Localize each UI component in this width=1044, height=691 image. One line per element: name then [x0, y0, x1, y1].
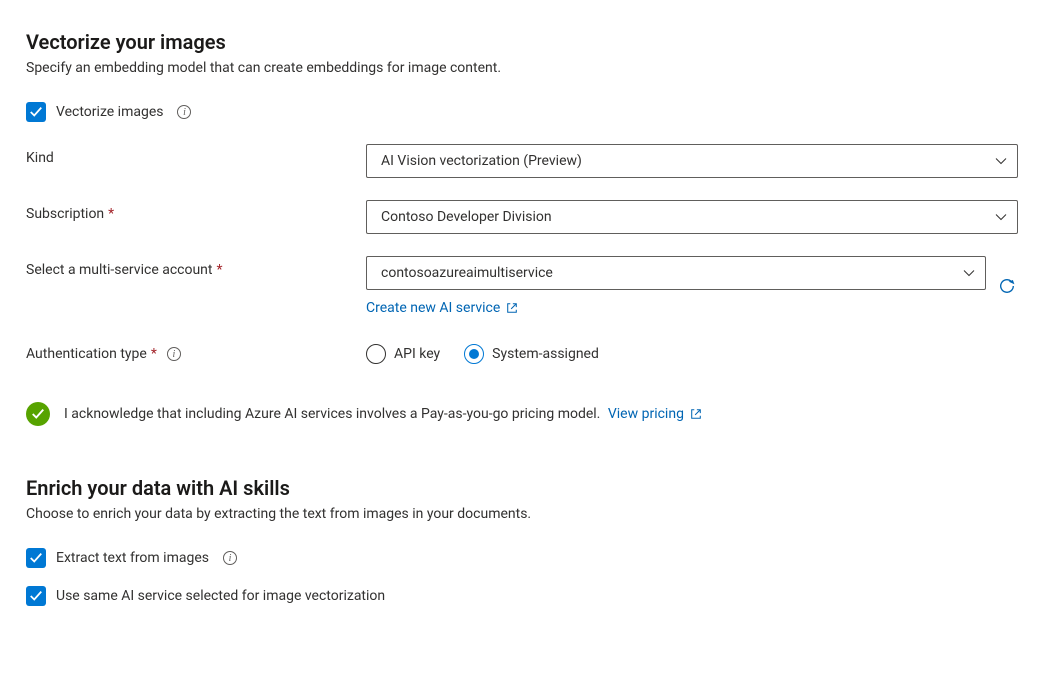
chevron-down-icon: [963, 267, 975, 279]
extract-text-label: Extract text from images: [56, 550, 209, 566]
refresh-icon: [998, 277, 1016, 295]
account-label: Select a multi-service account*: [26, 256, 366, 278]
view-pricing-link[interactable]: View pricing: [608, 406, 702, 422]
same-service-label: Use same AI service selected for image v…: [56, 588, 385, 604]
auth-system-assigned-radio[interactable]: System-assigned: [464, 344, 599, 364]
section1-title: Vectorize your images: [26, 30, 1018, 54]
vectorize-images-checkbox[interactable]: [26, 102, 46, 122]
auth-api-key-label: API key: [394, 346, 440, 362]
auth-api-key-radio[interactable]: API key: [366, 344, 440, 364]
section2-subtitle: Choose to enrich your data by extracting…: [26, 506, 1018, 522]
auth-system-assigned-label: System-assigned: [492, 346, 599, 362]
auth-type-label: Authentication type* i: [26, 346, 366, 362]
create-ai-service-link[interactable]: Create new AI service: [366, 300, 986, 316]
account-select[interactable]: contosoazureaimultiservice: [366, 256, 986, 290]
kind-select[interactable]: AI Vision vectorization (Preview): [366, 144, 1018, 178]
same-service-checkbox[interactable]: [26, 586, 46, 606]
vectorize-images-label: Vectorize images: [56, 104, 163, 120]
refresh-account-button[interactable]: [996, 275, 1018, 297]
kind-value: AI Vision vectorization (Preview): [381, 153, 582, 169]
section1-subtitle: Specify an embedding model that can crea…: [26, 60, 1018, 76]
extract-info-icon[interactable]: i: [223, 551, 237, 565]
kind-label: Kind: [26, 144, 366, 166]
subscription-select[interactable]: Contoso Developer Division: [366, 200, 1018, 234]
chevron-down-icon: [995, 211, 1007, 223]
subscription-value: Contoso Developer Division: [381, 209, 552, 225]
subscription-label: Subscription*: [26, 200, 366, 222]
check-icon: [29, 551, 43, 565]
vectorize-info-icon[interactable]: i: [177, 105, 191, 119]
acknowledge-text: I acknowledge that including Azure AI se…: [64, 406, 702, 422]
check-icon: [31, 407, 45, 421]
extract-text-checkbox[interactable]: [26, 548, 46, 568]
auth-info-icon[interactable]: i: [167, 347, 181, 361]
account-value: contosoazureaimultiservice: [381, 265, 553, 281]
acknowledge-checkbox[interactable]: [26, 402, 50, 426]
external-link-icon: [690, 408, 702, 420]
external-link-icon: [506, 302, 518, 314]
chevron-down-icon: [995, 155, 1007, 167]
check-icon: [29, 105, 43, 119]
section2-title: Enrich your data with AI skills: [26, 476, 1018, 500]
check-icon: [29, 589, 43, 603]
